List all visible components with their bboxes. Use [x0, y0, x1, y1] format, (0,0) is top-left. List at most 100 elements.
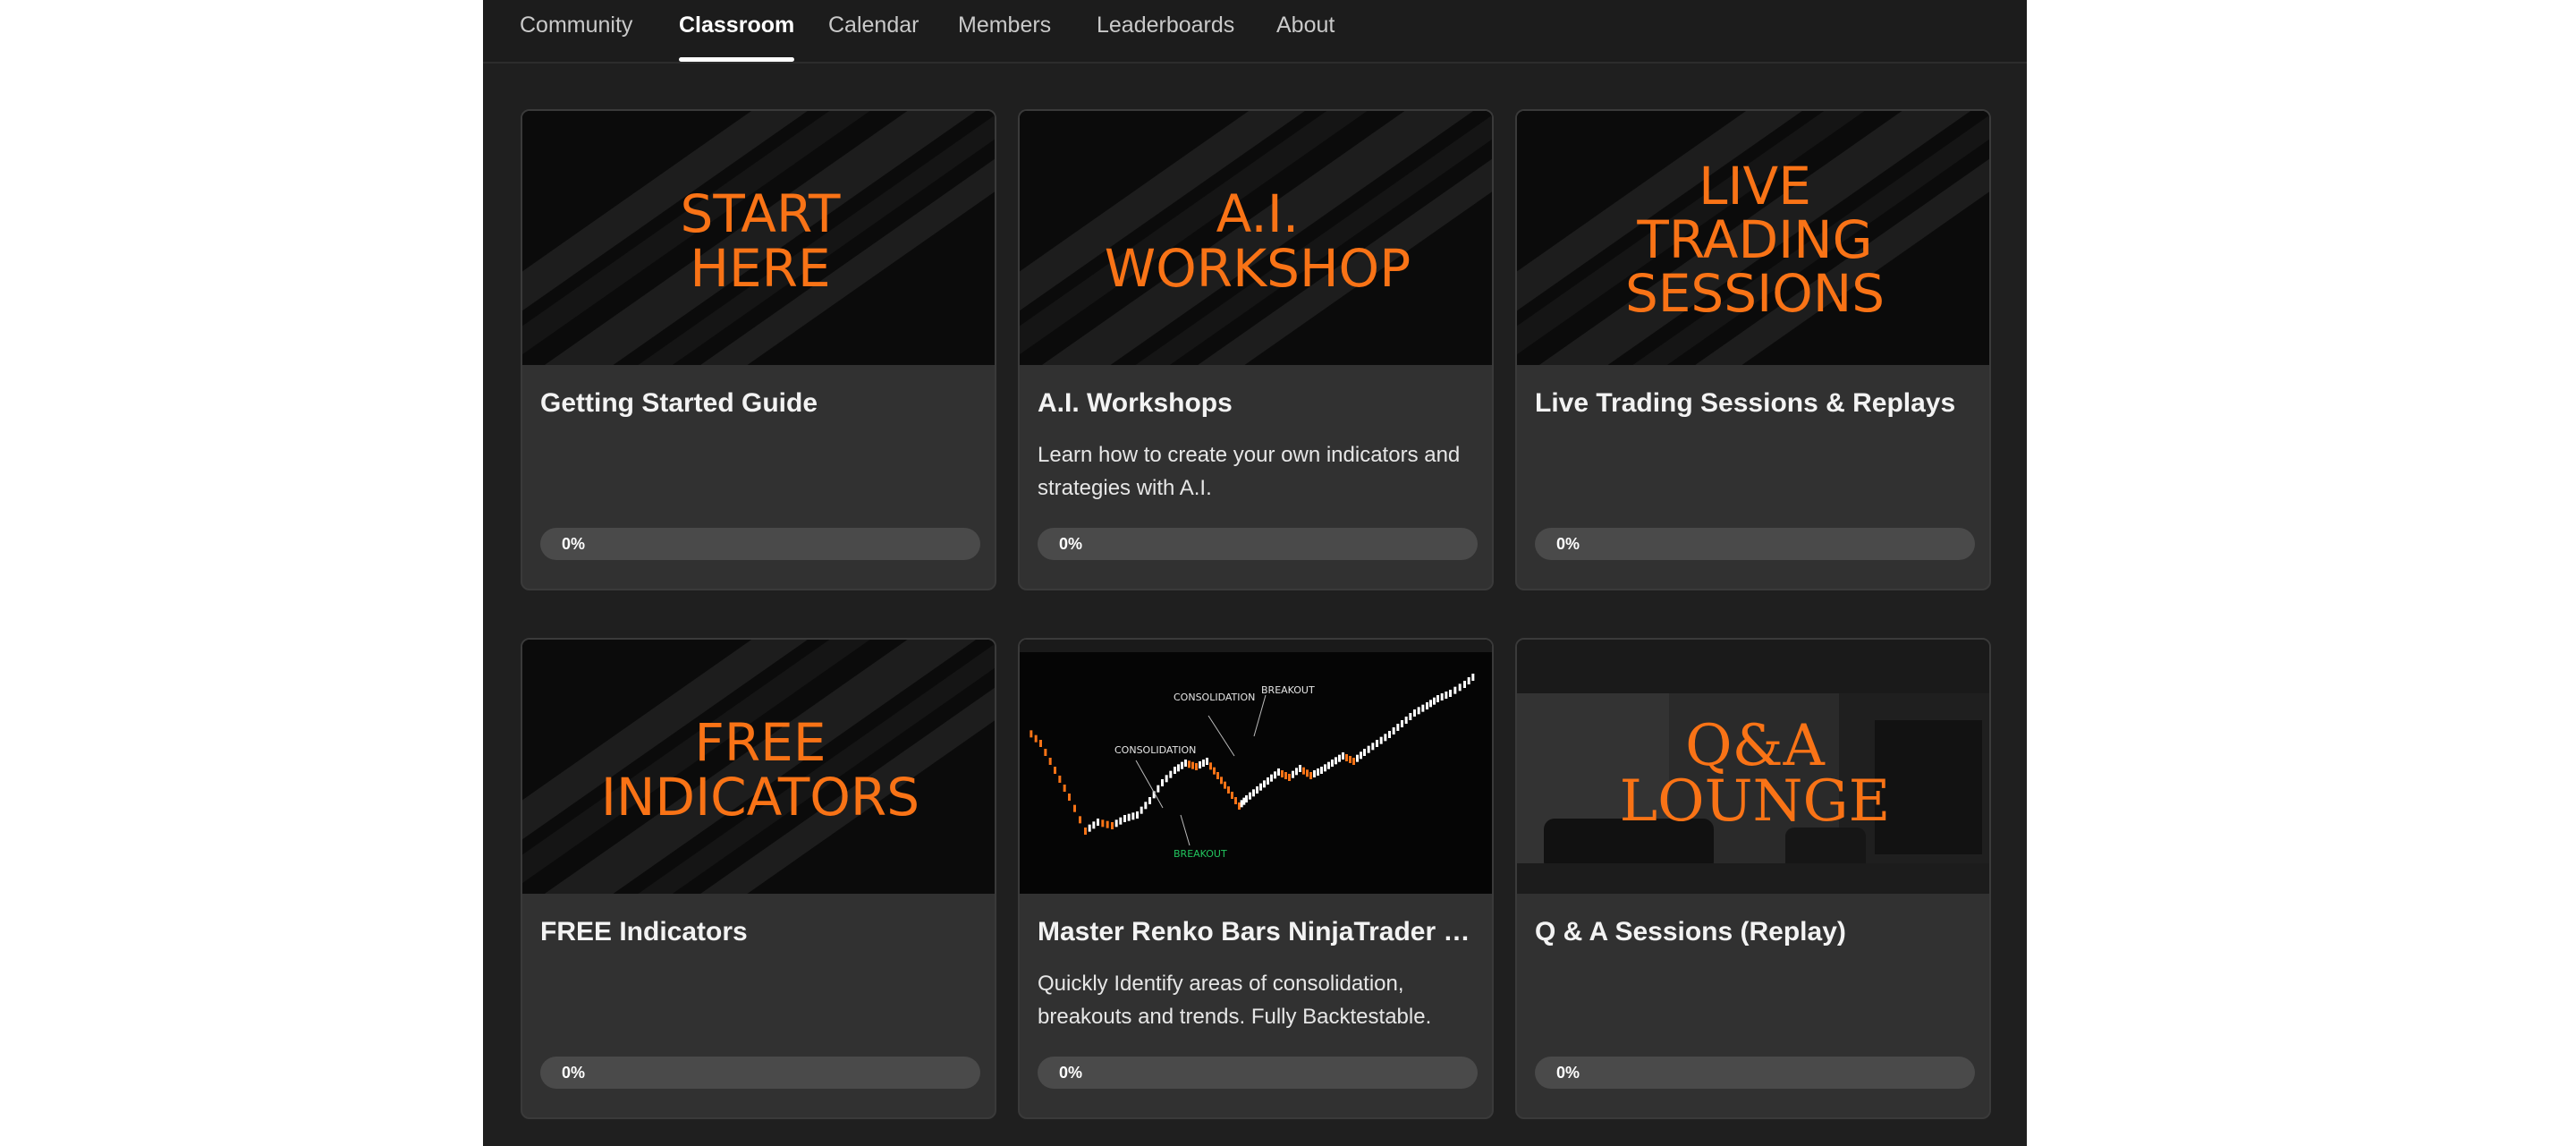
progress-label: 0% — [1059, 1064, 1083, 1082]
renko-brick — [1048, 758, 1052, 765]
renko-brick — [1356, 754, 1359, 762]
renko-brick — [1242, 797, 1246, 805]
renko-brick — [1453, 686, 1457, 694]
renko-brick — [1030, 730, 1033, 738]
renko-brick — [1058, 776, 1062, 783]
renko-brick — [1123, 815, 1126, 822]
renko-brick — [1302, 767, 1305, 775]
renko-brick — [1335, 757, 1337, 765]
renko-brick — [1245, 795, 1248, 802]
renko-brick — [1136, 811, 1139, 819]
renko-brick — [1181, 761, 1183, 769]
renko-brick — [1249, 792, 1251, 800]
renko-brick — [1054, 767, 1056, 774]
top-navigation: Community Classroom Calendar Members Lea… — [483, 0, 2027, 64]
course-thumbnail: START HERE — [522, 111, 995, 365]
renko-brick — [1195, 763, 1198, 770]
renko-brick — [1371, 743, 1375, 751]
course-thumbnail: LIVE TRADING SESSIONS — [1517, 111, 1989, 365]
renko-brick — [1256, 786, 1258, 794]
thumbnail-text: SESSIONS — [1625, 263, 1885, 324]
course-card-ai-workshops[interactable]: A.I. WORKSHOP A.I. Workshops Learn how t… — [1018, 109, 1494, 590]
renko-brick — [1417, 707, 1420, 715]
renko-brick — [1367, 745, 1370, 753]
renko-brick — [1349, 756, 1352, 763]
course-card-qa-sessions[interactable]: Q&A LOUNGE Q & A Sessions (Replay) 0% — [1515, 638, 1991, 1119]
renko-brick — [1131, 812, 1135, 820]
renko-brick — [1202, 760, 1205, 767]
renko-brick — [1421, 704, 1425, 712]
tab-classroom[interactable]: Classroom — [679, 0, 795, 62]
renko-brick — [1409, 713, 1412, 720]
course-thumbnail: CONSOLIDATION BREAKOUT CONSOLIDATION BRE… — [1020, 640, 1492, 894]
renko-brick — [1144, 802, 1148, 810]
renko-brick — [1240, 800, 1243, 808]
thumbnail-text: TRADING — [1636, 209, 1872, 270]
renko-brick — [1292, 770, 1294, 778]
progress-label: 0% — [1059, 535, 1083, 553]
renko-brick — [1440, 693, 1444, 700]
tab-community[interactable]: Community — [520, 0, 632, 62]
renko-brick — [1224, 781, 1226, 789]
thumbnail-art: LIVE TRADING SESSIONS — [1517, 111, 1989, 365]
tab-about[interactable]: About — [1276, 0, 1335, 62]
renko-brick — [1148, 797, 1151, 804]
renko-brick — [1044, 749, 1047, 756]
renko-brick — [1471, 674, 1475, 681]
renko-brick — [1088, 824, 1091, 832]
thumbnail-text: A.I. — [1216, 183, 1300, 244]
renko-brick — [1277, 768, 1280, 776]
renko-chart-thumbnail: CONSOLIDATION BREAKOUT CONSOLIDATION BRE… — [1020, 640, 1492, 894]
renko-brick — [1458, 683, 1462, 692]
renko-brick — [1157, 785, 1160, 793]
renko-brick — [1320, 767, 1323, 774]
renko-brick — [1068, 794, 1071, 801]
progress-bar: 0% — [540, 1057, 980, 1089]
renko-brick — [1216, 772, 1219, 779]
renko-brick — [1039, 740, 1042, 747]
renko-brick — [1433, 697, 1436, 705]
renko-brick — [1413, 709, 1416, 717]
thumbnail-art: FREE INDICATORS — [522, 640, 995, 894]
thumbnail-text: HERE — [690, 238, 830, 299]
progress-bar: 0% — [1535, 1057, 1975, 1089]
renko-brick — [1306, 769, 1309, 777]
tab-calendar[interactable]: Calendar — [828, 0, 919, 62]
renko-brick — [1429, 700, 1432, 708]
thumbnail-text: INDICATORS — [601, 767, 919, 828]
tab-members[interactable]: Members — [958, 0, 1051, 62]
renko-brick — [1119, 817, 1123, 825]
course-title: Q & A Sessions (Replay) — [1535, 917, 1846, 947]
thumbnail-text: LIVE — [1699, 156, 1811, 216]
renko-brick — [1238, 802, 1241, 810]
course-card-live-trading[interactable]: LIVE TRADING SESSIONS Live Trading Sessi… — [1515, 109, 1991, 590]
course-title: Master Renko Bars NinjaTrader 8 Indicato… — [1038, 917, 1476, 947]
progress-label: 0% — [1556, 1064, 1580, 1082]
renko-brick — [1445, 692, 1448, 699]
course-card-renko-bars[interactable]: CONSOLIDATION BREAKOUT CONSOLIDATION BRE… — [1018, 638, 1494, 1119]
renko-brick — [1324, 764, 1326, 772]
renko-brick — [1388, 731, 1391, 738]
renko-brick — [1184, 760, 1187, 767]
chart-annotation: BREAKOUT — [1261, 684, 1315, 696]
renko-brick — [1281, 770, 1284, 777]
course-card-getting-started[interactable]: START HERE Getting Started Guide 0% — [521, 109, 996, 590]
lounge-thumbnail-art: Q&A LOUNGE — [1517, 640, 1989, 894]
course-card-free-indicators[interactable]: FREE INDICATORS FREE Indicators 0% — [521, 638, 996, 1119]
renko-brick — [1231, 792, 1233, 799]
renko-brick — [1073, 804, 1076, 812]
course-description: Learn how to create your own indicators … — [1038, 443, 1461, 500]
chart-annotation: CONSOLIDATION — [1114, 744, 1196, 756]
course-thumbnail: Q&A LOUNGE — [1517, 640, 1989, 894]
renko-brick — [1284, 772, 1287, 779]
tab-leaderboards[interactable]: Leaderboards — [1097, 0, 1234, 62]
course-title: Getting Started Guide — [540, 388, 818, 418]
renko-brick — [1392, 727, 1395, 734]
renko-brick — [1092, 821, 1096, 829]
thumbnail-text: WORKSHOP — [1105, 238, 1411, 299]
renko-brick — [1363, 749, 1366, 756]
renko-brick — [1270, 774, 1273, 782]
renko-brick — [1127, 813, 1131, 821]
renko-brick — [1467, 677, 1470, 684]
renko-brick — [1165, 775, 1168, 783]
